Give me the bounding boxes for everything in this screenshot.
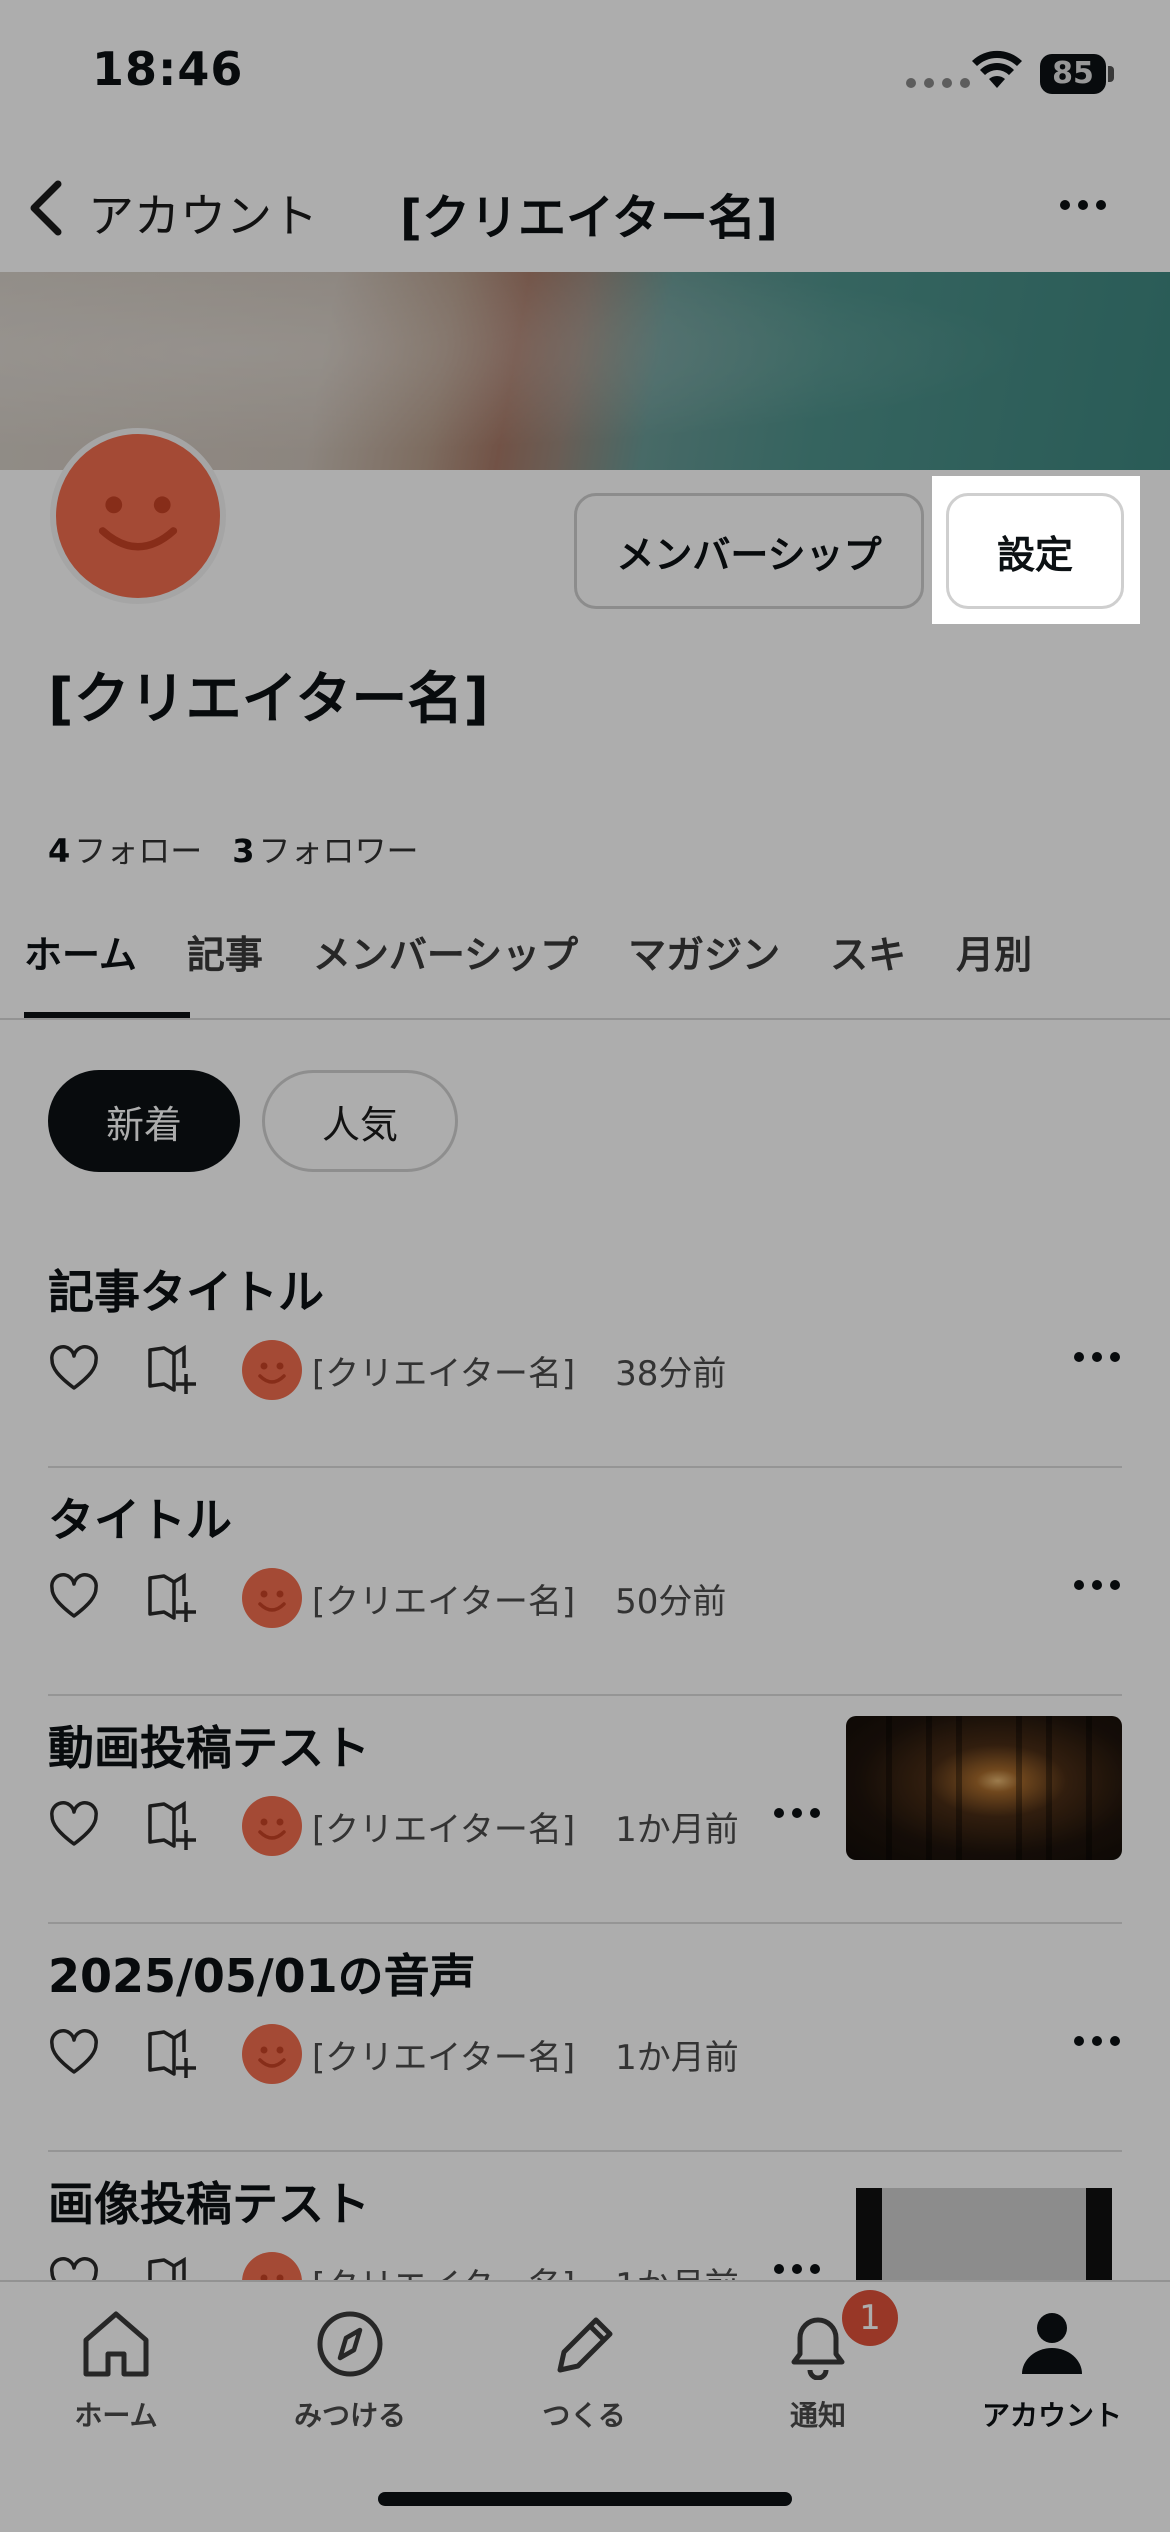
add-to-magazine-icon[interactable] [144, 2026, 200, 2082]
profile-name: [クリエイター名] [48, 667, 489, 732]
video-thumbnail[interactable] [846, 1716, 1122, 1860]
tabs-divider [0, 1018, 1170, 1020]
article-title[interactable]: 記事タイトル [48, 1256, 324, 1322]
creator-name[interactable]: [クリエイター名] [312, 1346, 575, 1395]
profile-avatar[interactable] [50, 428, 226, 604]
follower-count: 3 [232, 832, 255, 870]
notification-badge: 1 [842, 2290, 898, 2346]
person-icon [1022, 2313, 1082, 2374]
follow-count: 4 [48, 832, 71, 870]
profile-tabs: ホーム 記事 メンバーシップ マガジン スキ 月別 [24, 924, 1032, 979]
article-title[interactable]: 2025/05/01の音声 [48, 1940, 476, 2006]
follow-label: フォロー [74, 832, 203, 870]
more-options-icon[interactable] [1060, 200, 1106, 210]
article-title[interactable]: 画像投稿テスト [48, 2168, 370, 2234]
add-to-magazine-icon[interactable] [144, 1570, 200, 1626]
tab-articles[interactable]: 記事 [187, 924, 263, 979]
article-item[interactable]: 記事タイトル [クリエイター名] 38分前 [0, 1240, 1170, 1468]
like-heart-icon[interactable] [48, 1572, 100, 1624]
article-more-icon[interactable] [1074, 1580, 1120, 1590]
tabbar-create[interactable]: つくる [484, 2308, 684, 2434]
add-to-magazine-icon[interactable] [144, 1342, 200, 1398]
creator-name[interactable]: [クリエイター名] [312, 1574, 575, 1623]
tabbar-home-label: ホーム [74, 2399, 158, 2432]
home-indicator [378, 2492, 792, 2506]
article-more-icon[interactable] [1074, 1352, 1120, 1362]
like-heart-icon[interactable] [48, 1344, 100, 1396]
creator-avatar [242, 2024, 302, 2084]
article-item[interactable]: 2025/05/01の音声 [クリエイター名] 1か月前 [0, 1924, 1170, 2152]
status-time: 18:46 [92, 42, 244, 96]
article-title[interactable]: タイトル [48, 1484, 232, 1550]
battery-indicator: 85 [1040, 54, 1106, 94]
battery-tip [1108, 66, 1114, 82]
tabbar-notifications-label: 通知 [789, 2399, 846, 2432]
article-time: 1か月前 [615, 2037, 739, 2078]
article-item[interactable]: 動画投稿テスト [クリエイター名] 1か月前 [0, 1696, 1170, 1924]
article-meta: [クリエイター名] 38分前 [48, 1340, 726, 1400]
tabbar-account[interactable]: アカウント [952, 2308, 1152, 2434]
tabbar-discover[interactable]: みつける [250, 2308, 450, 2434]
like-heart-icon[interactable] [48, 2028, 100, 2080]
tab-monthly[interactable]: 月別 [956, 924, 1032, 979]
tab-home[interactable]: ホーム [24, 924, 137, 979]
membership-button[interactable]: メンバーシップ [574, 493, 924, 609]
filter-new-chip[interactable]: 新着 [48, 1070, 240, 1172]
tab-likes[interactable]: スキ [830, 924, 906, 979]
creator-name[interactable]: [クリエイター名] [312, 2030, 575, 2079]
add-to-magazine-icon[interactable] [144, 1798, 200, 1854]
article-time: 1か月前 [615, 1809, 739, 1850]
creator-avatar [242, 1796, 302, 1856]
article-meta: [クリエイター名] 1か月前 [48, 1796, 739, 1856]
article-item[interactable]: タイトル [クリエイター名] 50分前 [0, 1468, 1170, 1696]
wifi-icon [972, 50, 1022, 88]
article-more-icon[interactable] [1074, 2036, 1120, 2046]
back-button-label[interactable]: アカウント [88, 180, 318, 246]
tabbar-home[interactable]: ホーム [16, 2308, 216, 2434]
tabbar-create-label: つくる [542, 2399, 626, 2432]
tabbar-account-label: アカウント [981, 2399, 1122, 2432]
article-more-icon[interactable] [774, 2264, 820, 2274]
back-chevron-icon[interactable] [24, 176, 68, 240]
compass-icon [317, 2311, 383, 2377]
cellular-signal-icon [906, 78, 970, 88]
creator-name[interactable]: [クリエイター名] [312, 1802, 575, 1851]
home-icon [83, 2311, 149, 2377]
follower-link[interactable]: 3 フォロワー [232, 826, 418, 872]
settings-button[interactable]: 設定 [946, 493, 1124, 609]
follower-label: フォロワー [258, 832, 419, 870]
creator-avatar [242, 1340, 302, 1400]
creator-avatar [242, 1568, 302, 1628]
follow-link[interactable]: 4 フォロー [48, 826, 202, 872]
page-title: [クリエイター名] [400, 190, 778, 246]
article-time: 38分前 [615, 1353, 727, 1394]
pencil-icon [557, 2317, 613, 2373]
like-heart-icon[interactable] [48, 1800, 100, 1852]
article-more-icon[interactable] [774, 1808, 820, 1818]
follow-stats: 4 フォロー 3 フォロワー [48, 826, 419, 872]
tabbar-discover-label: みつける [293, 2399, 406, 2432]
article-meta: [クリエイター名] 1か月前 [48, 2024, 739, 2084]
article-time: 50分前 [615, 1581, 727, 1622]
article-meta: [クリエイター名] 50分前 [48, 1568, 726, 1628]
tab-membership[interactable]: メンバーシップ [313, 924, 578, 979]
article-title[interactable]: 動画投稿テスト [48, 1712, 370, 1778]
tab-magazine[interactable]: マガジン [628, 924, 780, 979]
filter-popular-chip[interactable]: 人気 [262, 1070, 458, 1172]
